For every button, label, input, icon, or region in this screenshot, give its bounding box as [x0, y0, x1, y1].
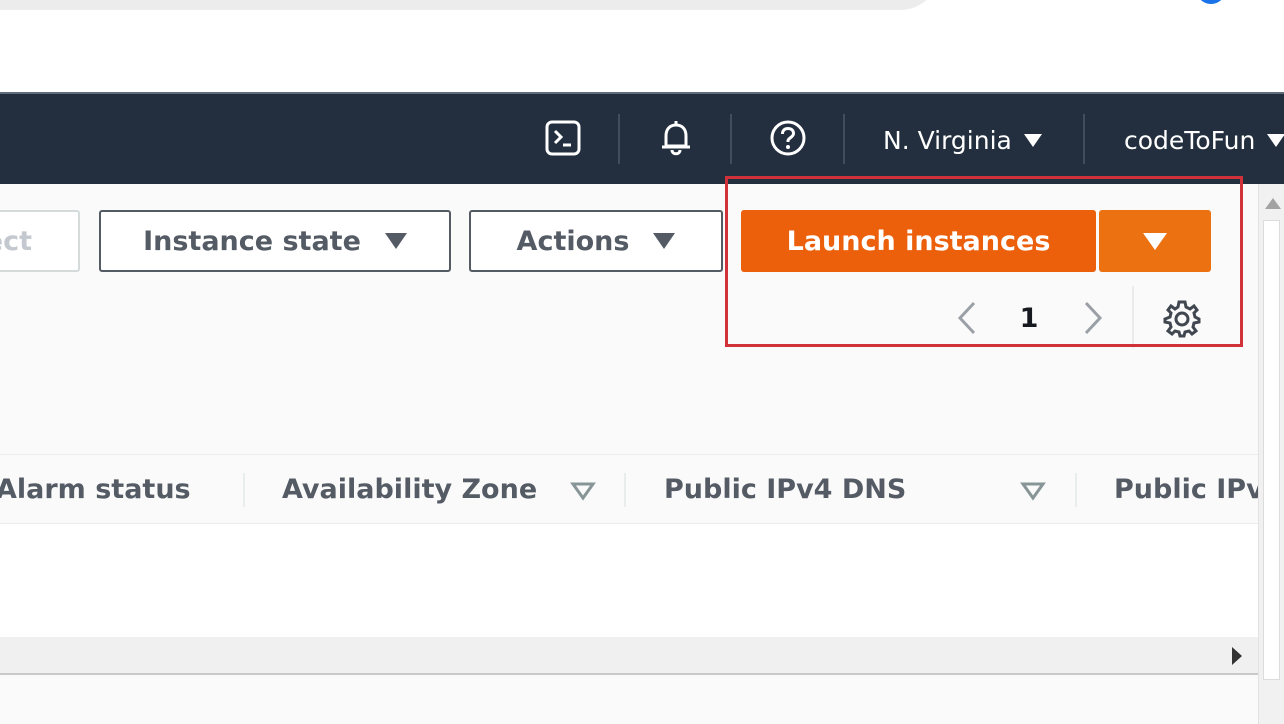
browser-chrome — [0, 0, 1284, 92]
column-header-public-ipv4-address[interactable]: Public IPv — [1114, 469, 1264, 509]
caret-down-icon — [1143, 232, 1167, 250]
vertical-scrollbar[interactable] — [1258, 184, 1284, 724]
caret-down-icon — [384, 233, 407, 249]
column-resizer[interactable] — [243, 473, 245, 507]
launch-instances-button[interactable]: Launch instances — [741, 210, 1096, 272]
launch-instances-label: Launch instances — [786, 225, 1051, 257]
caret-down-icon — [1267, 133, 1284, 147]
column-resizer[interactable] — [1075, 473, 1077, 507]
page-number-button[interactable]: 1 — [1012, 298, 1046, 338]
nav-separator — [618, 114, 620, 164]
column-header-label: Public IPv — [1114, 473, 1264, 505]
column-resizer[interactable] — [624, 473, 626, 507]
region-label: N. Virginia — [883, 125, 1012, 155]
preferences-button[interactable] — [1160, 298, 1204, 338]
chevron-right-icon — [1084, 301, 1103, 335]
horizontal-scrollbar[interactable] — [0, 637, 1258, 675]
actions-label: Actions — [516, 225, 630, 257]
profile-icon[interactable] — [1196, 0, 1226, 4]
account-menu[interactable]: codeToFun — [1124, 120, 1284, 160]
table-header: Alarm status Availability Zone Public IP… — [0, 454, 1264, 524]
scrollbar-thumb[interactable] — [1263, 220, 1280, 680]
nav-separator — [843, 114, 845, 164]
scroll-right-arrow-icon[interactable] — [1226, 645, 1248, 667]
column-header-label: Availability Zone — [282, 473, 538, 505]
nav-separator — [730, 114, 732, 164]
gear-icon — [1163, 300, 1201, 338]
table-body — [0, 524, 1258, 637]
actions-button[interactable]: Actions — [469, 210, 723, 272]
aws-top-navigation: N. Virginia codeToFun — [0, 92, 1284, 184]
instances-panel: ect Instance state Actions Launch instan… — [0, 176, 1264, 724]
instance-state-button[interactable]: Instance state — [99, 210, 451, 272]
sort-icon[interactable] — [1020, 481, 1046, 501]
help-icon[interactable] — [768, 118, 808, 158]
column-header-availability-zone[interactable]: Availability Zone — [282, 469, 537, 509]
caret-down-icon — [1023, 133, 1042, 147]
chevron-left-icon — [957, 301, 976, 335]
caret-down-icon — [653, 233, 676, 249]
region-selector[interactable]: N. Virginia — [883, 120, 1042, 160]
column-header-label: Alarm status — [0, 473, 191, 505]
account-label: codeToFun — [1124, 125, 1256, 155]
connect-label: ect — [0, 225, 32, 257]
next-page-button[interactable] — [1076, 298, 1110, 338]
column-header-public-ipv4-dns[interactable]: Public IPv4 DNS — [664, 469, 906, 509]
bell-icon[interactable] — [656, 118, 696, 158]
previous-page-button[interactable] — [950, 298, 984, 338]
launch-instances-dropdown-button[interactable] — [1099, 210, 1211, 272]
cloudshell-icon[interactable] — [543, 118, 583, 158]
connect-button[interactable]: ect — [0, 210, 80, 272]
nav-separator — [1083, 114, 1085, 164]
column-header-alarm-status[interactable]: Alarm status — [0, 469, 191, 509]
pagination-separator — [1132, 286, 1134, 348]
instance-state-label: Instance state — [143, 225, 361, 257]
browser-address-bar[interactable] — [0, 0, 940, 10]
scroll-up-arrow-icon[interactable] — [1265, 198, 1281, 209]
sort-icon[interactable] — [570, 481, 596, 501]
column-header-label: Public IPv4 DNS — [664, 473, 907, 505]
